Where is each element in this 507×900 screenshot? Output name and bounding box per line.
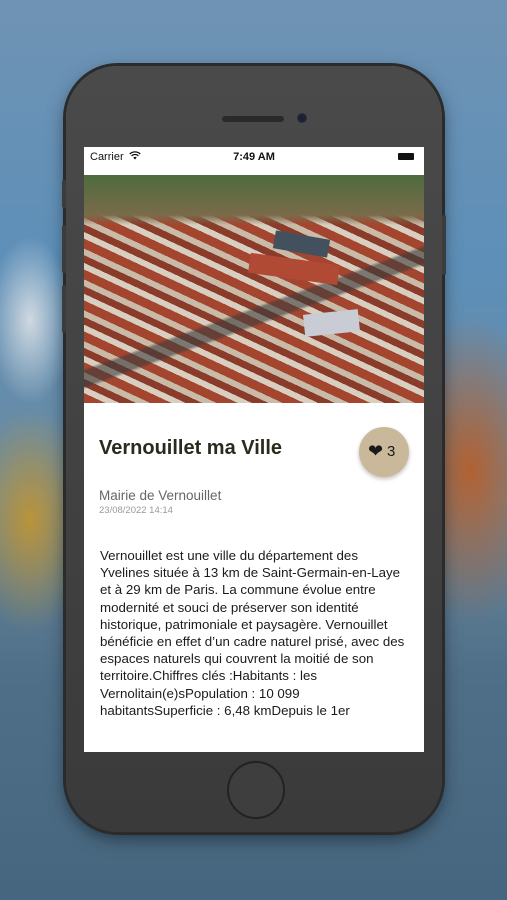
article-author: Mairie de Vernouillet <box>99 488 222 503</box>
front-camera <box>297 113 307 123</box>
status-bar: Carrier 7:49 AM <box>84 147 424 167</box>
like-count: 3 <box>387 443 396 460</box>
heart-icon: ❤ <box>368 441 384 461</box>
article-date: 23/08/2022 14:14 <box>99 505 173 516</box>
app-screen: Carrier 7:49 AM Vernouillet ma Ville ❤ 3… <box>84 147 424 752</box>
mute-switch <box>62 180 66 208</box>
article-title: Vernouillet ma Ville <box>99 437 283 459</box>
hero-image-treeline <box>84 175 424 225</box>
like-button[interactable]: ❤ 3 <box>359 427 409 477</box>
battery-icon <box>398 153 414 160</box>
home-button[interactable] <box>227 761 285 819</box>
status-time: 7:49 AM <box>233 151 275 163</box>
volume-up-button <box>62 225 66 273</box>
volume-down-button <box>62 285 66 333</box>
earpiece-speaker <box>222 116 284 122</box>
power-button <box>442 215 446 275</box>
article-body: Vernouillet est une ville du département… <box>100 548 405 718</box>
